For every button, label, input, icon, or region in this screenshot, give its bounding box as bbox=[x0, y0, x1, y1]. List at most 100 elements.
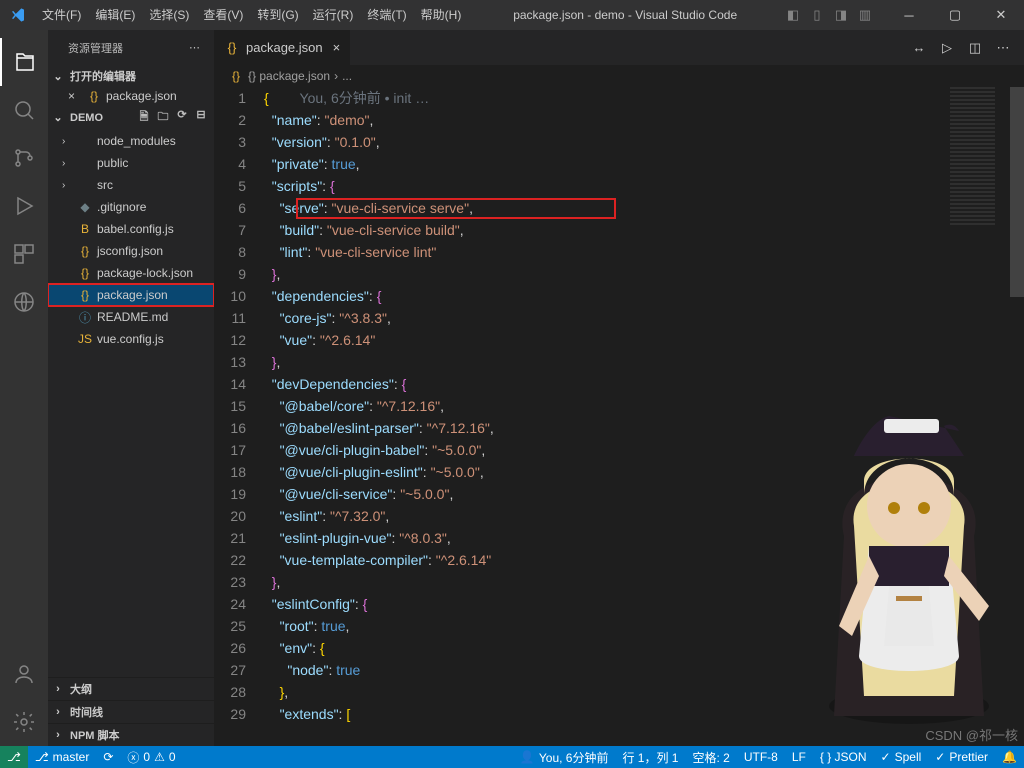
file-icon: ◆ bbox=[77, 200, 93, 214]
breadcrumb-item[interactable]: ... bbox=[342, 69, 352, 83]
open-editor-item[interactable]: × {} package.json bbox=[48, 87, 214, 105]
tree-label: babel.config.js bbox=[97, 222, 174, 236]
remote-explorer-icon[interactable] bbox=[0, 278, 48, 326]
folder-row[interactable]: › src bbox=[48, 174, 214, 196]
file-row[interactable]: Bbabel.config.js bbox=[48, 218, 214, 240]
source-control-icon[interactable] bbox=[0, 134, 48, 182]
git-blame[interactable]: 👤 You, 6分钟前 bbox=[513, 746, 616, 768]
file-row[interactable]: {} package.json bbox=[48, 284, 214, 306]
git-blame-lens: You, 6分钟前 • init … bbox=[269, 90, 430, 106]
tree-label: .gitignore bbox=[97, 200, 146, 214]
menu-item[interactable]: 帮助(H) bbox=[414, 0, 469, 30]
encoding[interactable]: UTF-8 bbox=[737, 746, 785, 768]
explorer-sidebar: 资源管理器 ⋯ ⌄打开的编辑器 × {} package.json ⌄DEMO … bbox=[48, 30, 214, 746]
breadcrumb[interactable]: {} {} package.json › ... bbox=[214, 65, 1024, 87]
file-row[interactable]: {}package-lock.json bbox=[48, 262, 214, 284]
collapse-icon[interactable]: ⊟ bbox=[192, 108, 210, 127]
new-folder-icon[interactable]: 🗀 bbox=[154, 108, 172, 127]
watermark: CSDN @祁一核 bbox=[925, 725, 1018, 744]
tree-label: vue.config.js bbox=[97, 332, 164, 346]
toggle-panel-right-icon[interactable]: ◨ bbox=[830, 0, 852, 30]
remote-indicator[interactable]: ⎇ bbox=[0, 746, 28, 768]
minimize-button[interactable]: ─ bbox=[886, 0, 932, 30]
tree-label: package.json bbox=[97, 288, 168, 302]
problems[interactable]: ⓧ 0 ⚠ 0 bbox=[120, 746, 182, 768]
file-row[interactable]: ◆ .gitignore bbox=[48, 196, 214, 218]
close-icon[interactable]: × bbox=[68, 89, 82, 103]
indentation[interactable]: 空格: 2 bbox=[686, 746, 737, 768]
chevron-right-icon: › bbox=[62, 180, 73, 191]
close-icon[interactable]: × bbox=[329, 40, 341, 55]
extensions-icon[interactable] bbox=[0, 230, 48, 278]
menu-bar: 文件(F)编辑(E)选择(S)查看(V)转到(G)运行(R)终端(T)帮助(H) bbox=[35, 0, 468, 30]
close-button[interactable]: ✕ bbox=[978, 0, 1024, 30]
tree-label: package-lock.json bbox=[97, 266, 193, 280]
minimap[interactable] bbox=[950, 87, 1010, 227]
language-mode[interactable]: { } JSON bbox=[813, 746, 874, 768]
toggle-panel-bottom-icon[interactable]: ▯ bbox=[806, 0, 828, 30]
notifications-icon[interactable]: 🔔 bbox=[995, 746, 1024, 768]
menu-item[interactable]: 终端(T) bbox=[360, 0, 413, 30]
file-row[interactable]: JS vue.config.js bbox=[48, 328, 214, 350]
json-icon: {} bbox=[228, 69, 244, 83]
code-editor[interactable]: 1234567891011121314151617181920212223242… bbox=[214, 87, 1024, 746]
git-branch[interactable]: ⎇ master bbox=[28, 746, 97, 768]
file-icon: {} bbox=[77, 288, 93, 302]
sidebar-section[interactable]: ›时间线 bbox=[48, 700, 214, 723]
customize-layout-icon[interactable]: ▥ bbox=[854, 0, 876, 30]
tree-label: jsconfig.json bbox=[97, 244, 163, 258]
status-bar: ⎇ ⎇ master ⟳ ⓧ 0 ⚠ 0 👤 You, 6分钟前 行 1，列 1… bbox=[0, 746, 1024, 768]
breadcrumb-item[interactable]: {} package.json bbox=[248, 69, 330, 83]
code-content[interactable]: { You, 6分钟前 • init … "name": "demo", "ve… bbox=[264, 87, 494, 746]
spell-check[interactable]: ✓ Spell bbox=[874, 746, 929, 768]
tree-label: public bbox=[97, 156, 128, 170]
layout-controls: ◧ ▯ ◨ ▥ bbox=[782, 0, 886, 30]
editor-tab[interactable]: {} package.json × bbox=[214, 30, 351, 65]
menu-item[interactable]: 编辑(E) bbox=[88, 0, 142, 30]
menu-item[interactable]: 查看(V) bbox=[196, 0, 250, 30]
settings-gear-icon[interactable] bbox=[0, 698, 48, 746]
file-row[interactable]: {}jsconfig.json bbox=[48, 240, 214, 262]
search-icon[interactable] bbox=[0, 86, 48, 134]
prettier[interactable]: ✓ Prettier bbox=[928, 746, 995, 768]
go-back-icon[interactable]: ↔ bbox=[906, 30, 932, 65]
sidebar-section[interactable]: ›大纲 bbox=[48, 677, 214, 700]
json-icon: {} bbox=[86, 89, 102, 103]
sync-icon[interactable]: ⟳ bbox=[96, 746, 120, 768]
new-file-icon[interactable]: 🗎 bbox=[135, 108, 153, 127]
maximize-button[interactable]: ▢ bbox=[932, 0, 978, 30]
folder-section[interactable]: ⌄DEMO 🗎 🗀 ⟳ ⊟ bbox=[48, 105, 214, 130]
tree-label: README.md bbox=[97, 310, 168, 324]
more-actions-icon[interactable]: ⋯ bbox=[990, 30, 1016, 65]
run-debug-icon[interactable] bbox=[0, 182, 48, 230]
open-editor-label: package.json bbox=[106, 89, 177, 103]
toggle-panel-left-icon[interactable]: ◧ bbox=[782, 0, 804, 30]
refresh-icon[interactable]: ⟳ bbox=[173, 108, 191, 127]
accounts-icon[interactable] bbox=[0, 650, 48, 698]
run-icon[interactable]: ▷ bbox=[934, 30, 960, 65]
menu-item[interactable]: 转到(G) bbox=[250, 0, 305, 30]
file-icon: ⓘ bbox=[77, 309, 93, 326]
sidebar-section[interactable]: ›NPM 脚本 bbox=[48, 723, 214, 746]
open-editors-section[interactable]: ⌄打开的编辑器 bbox=[48, 65, 214, 87]
folder-row[interactable]: ›node_modules bbox=[48, 130, 214, 152]
scrollbar-thumb[interactable] bbox=[1010, 87, 1024, 297]
folder-row[interactable]: ›public bbox=[48, 152, 214, 174]
menu-item[interactable]: 文件(F) bbox=[35, 0, 88, 30]
file-icon: JS bbox=[77, 332, 93, 346]
file-icon: B bbox=[77, 222, 93, 236]
tab-bar: {} package.json × ↔ ▷ ◫ ⋯ bbox=[214, 30, 1024, 65]
tree-label: src bbox=[97, 178, 113, 192]
menu-item[interactable]: 运行(R) bbox=[306, 0, 361, 30]
cursor-position[interactable]: 行 1，列 1 bbox=[615, 746, 685, 768]
split-editor-icon[interactable]: ◫ bbox=[962, 30, 988, 65]
explorer-icon[interactable] bbox=[0, 38, 48, 86]
sidebar-more-icon[interactable]: ⋯ bbox=[189, 41, 202, 54]
window-title: package.json - demo - Visual Studio Code bbox=[468, 8, 782, 22]
highlight-box bbox=[296, 198, 616, 219]
eol[interactable]: LF bbox=[785, 746, 813, 768]
sidebar-title-label: 资源管理器 bbox=[68, 40, 123, 56]
menu-item[interactable]: 选择(S) bbox=[142, 0, 196, 30]
file-row[interactable]: ⓘ README.md bbox=[48, 306, 214, 328]
vertical-scrollbar[interactable] bbox=[1010, 87, 1024, 746]
